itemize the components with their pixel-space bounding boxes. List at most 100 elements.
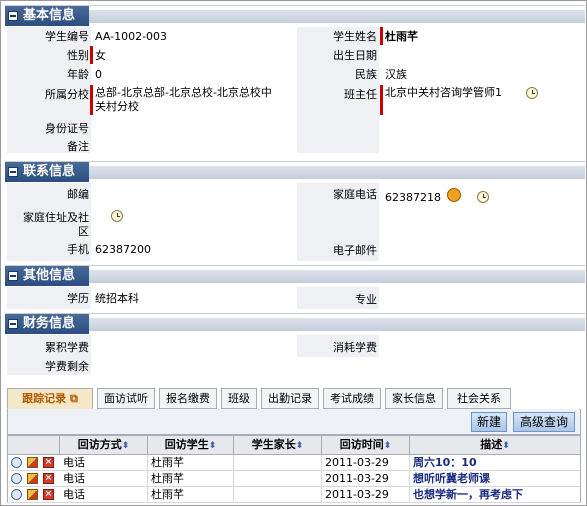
address-label-line1: 家庭住址及社 [23,211,89,224]
cell-time: 2011-03-29 [322,455,410,470]
student-no-label: 学生编号 [45,30,89,43]
tab-exam-scores[interactable]: 考试成绩 [323,388,381,409]
grid-toolbar: 新建 高级查询 [7,409,581,435]
cell-method: 电话 [60,487,148,502]
cell-method: 电话 [60,455,148,470]
education-label: 学历 [67,292,89,305]
table-row[interactable]: × 电话 杜雨芊 2011-03-29 周六10：10 [7,455,581,471]
id-label: 身份证号 [45,122,89,135]
mobile-value: 62387200 [95,243,151,256]
cell-parent [234,455,322,470]
edit-icon[interactable] [27,473,38,484]
age-label: 年龄 [67,68,89,81]
edit-icon[interactable] [27,489,38,500]
campus-value-line1: 总部-北京总部-北京总校-北京总校中 [95,86,272,99]
column-student[interactable]: 回访学生⬍ [148,436,234,454]
cell-time: 2011-03-29 [322,471,410,486]
advanced-search-button[interactable]: 高级查询 [513,412,575,432]
column-method[interactable]: 回访方式⬍ [60,436,148,454]
delete-icon[interactable]: × [43,457,54,468]
cell-student: 杜雨芊 [148,471,234,486]
view-icon[interactable] [11,489,22,500]
tab-visit-trial[interactable]: 面访试听 [97,388,155,409]
tab-class[interactable]: 班级 [221,388,257,409]
cell-desc: 也想学新一，再考虑下 [413,488,523,501]
phone-call-icon[interactable] [447,188,461,202]
section-title: 财务信息 [5,314,89,334]
view-icon[interactable] [11,457,22,468]
ethnic-label: 民族 [355,68,377,81]
gender-label: 性别 [67,49,89,62]
collapse-icon[interactable] [8,319,18,329]
edit-icon[interactable] [27,457,38,468]
gender-value: 女 [95,49,106,62]
new-button[interactable]: 新建 [471,412,507,432]
total-fee-label: 累积学费 [45,341,89,354]
cell-student: 杜雨芊 [148,455,234,470]
campus-label: 所属分校 [45,88,89,101]
major-label: 专业 [355,293,377,306]
select-clock-icon[interactable] [526,87,538,99]
required-marker [90,85,93,115]
view-icon[interactable] [11,473,22,484]
sort-icon[interactable]: ⬍ [502,441,510,451]
collapse-icon[interactable] [8,167,18,177]
required-marker [90,46,93,64]
note-label: 备注 [67,140,89,153]
section-finance-header[interactable]: 财务信息 [5,313,585,334]
section-contact-header[interactable]: 联系信息 [5,161,585,182]
tab-enroll-payment[interactable]: 报名缴费 [159,388,217,409]
column-time[interactable]: 回访时间⬍ [322,436,410,454]
campus-value-line2: 关村分校 [95,100,139,113]
sort-icon[interactable]: ⬍ [122,441,130,451]
name-value: 杜雨芊 [385,30,418,43]
education-value: 统招本科 [95,292,139,305]
email-label: 电子邮件 [333,244,377,257]
mobile-label: 手机 [67,243,89,256]
age-value: 0 [95,68,102,81]
clock-icon[interactable] [111,210,123,222]
grid-header: 回访方式⬍ 回访学生⬍ 学生家长⬍ 回访时间⬍ 描述⬍ [7,435,581,455]
sort-icon[interactable]: ⬍ [384,441,392,451]
student-detail-window: 基本信息 学生编号 AA-1002-003 学生姓名 杜雨芊 性别 女 出生日期… [0,0,587,506]
sort-icon[interactable]: ⬍ [209,441,217,451]
cell-desc: 周六10：10 [413,456,477,469]
column-desc[interactable]: 描述⬍ [410,436,580,454]
collapse-icon[interactable] [8,271,18,281]
cell-parent [234,487,322,502]
cell-time: 2011-03-29 [322,487,410,502]
student-no-value: AA-1002-003 [95,30,168,43]
cell-desc: 想听听冀老师课 [413,472,490,485]
required-marker [380,85,383,115]
column-actions [8,436,60,454]
teacher-label: 班主任 [344,88,377,101]
sort-icon[interactable]: ⬍ [296,441,304,451]
table-row[interactable]: × 电话 杜雨芊 2011-03-29 想听听冀老师课 [7,471,581,487]
tab-social-relations[interactable]: 社会关系 [447,388,511,409]
table-row[interactable]: × 电话 杜雨芊 2011-03-29 也想学新一，再考虑下 [7,487,581,503]
delete-icon[interactable]: × [43,473,54,484]
home-phone-label: 家庭电话 [333,188,377,201]
section-other-header[interactable]: 其他信息 [5,265,585,286]
cell-parent [234,471,322,486]
section-basic-header[interactable]: 基本信息 [5,5,585,26]
popout-icon[interactable]: ⧉ [70,392,78,405]
column-parent[interactable]: 学生家长⬍ [234,436,322,454]
used-fee-label: 消耗学费 [333,341,377,354]
tab-attendance[interactable]: 出勤记录 [261,388,319,409]
birth-label: 出生日期 [333,49,377,62]
clock-icon[interactable] [477,191,489,203]
home-phone-value: 62387218 [385,191,441,204]
address-label-line2: 区 [78,225,89,238]
name-label: 学生姓名 [333,30,377,43]
collapse-icon[interactable] [8,11,18,21]
remain-fee-label: 学费剩余 [45,360,89,373]
cell-student: 杜雨芊 [148,487,234,502]
ethnic-value: 汉族 [385,68,407,81]
cell-method: 电话 [60,471,148,486]
teacher-value: 北京中关村咨询学管师1 [385,86,502,99]
tab-parent-info[interactable]: 家长信息 [385,388,443,409]
section-title: 联系信息 [5,162,89,182]
delete-icon[interactable]: × [43,489,54,500]
tab-tracking[interactable]: 跟踪记录 ⧉ [7,388,93,409]
